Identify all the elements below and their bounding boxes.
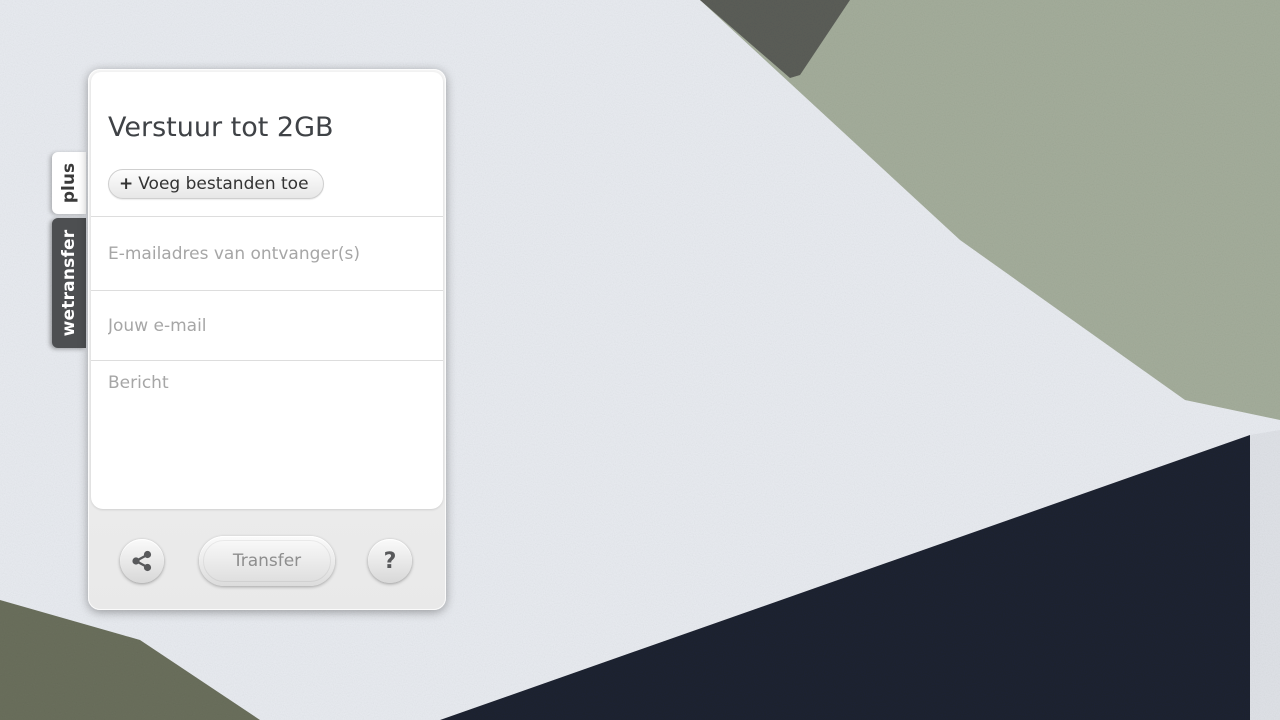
plus-tab-label: plus [59, 162, 79, 204]
sender-field-container [91, 290, 443, 360]
message-field-container [91, 360, 443, 509]
upload-form: Verstuur tot 2GB + Voeg bestanden toe [91, 72, 443, 509]
recipients-field-container [91, 216, 443, 290]
add-files-button[interactable]: + Voeg bestanden toe [108, 169, 324, 199]
plus-icon: + [119, 174, 134, 194]
help-icon: ? [383, 548, 397, 574]
transfer-button[interactable]: Transfer [199, 536, 335, 586]
recipients-email-input[interactable] [91, 217, 443, 290]
right-white-strip [1250, 430, 1280, 720]
wetransfer-tab[interactable]: wetransfer [52, 218, 86, 348]
message-textarea[interactable] [91, 361, 443, 509]
sender-email-input[interactable] [91, 291, 443, 360]
plus-tab[interactable]: plus [52, 152, 86, 214]
transfer-button-label: Transfer [232, 551, 302, 571]
help-button[interactable]: ? [368, 539, 412, 583]
share-icon [132, 550, 152, 572]
panel-title: Verstuur tot 2GB [108, 112, 334, 143]
share-button[interactable] [120, 539, 164, 583]
add-files-label: Voeg bestanden toe [138, 174, 309, 194]
wetransfer-logo-label: wetransfer [59, 229, 79, 337]
upload-panel: Verstuur tot 2GB + Voeg bestanden toe E-… [88, 69, 446, 610]
wetransfer-screen: plus wetransfer Verstuur tot 2GB + Voeg … [0, 0, 1280, 720]
